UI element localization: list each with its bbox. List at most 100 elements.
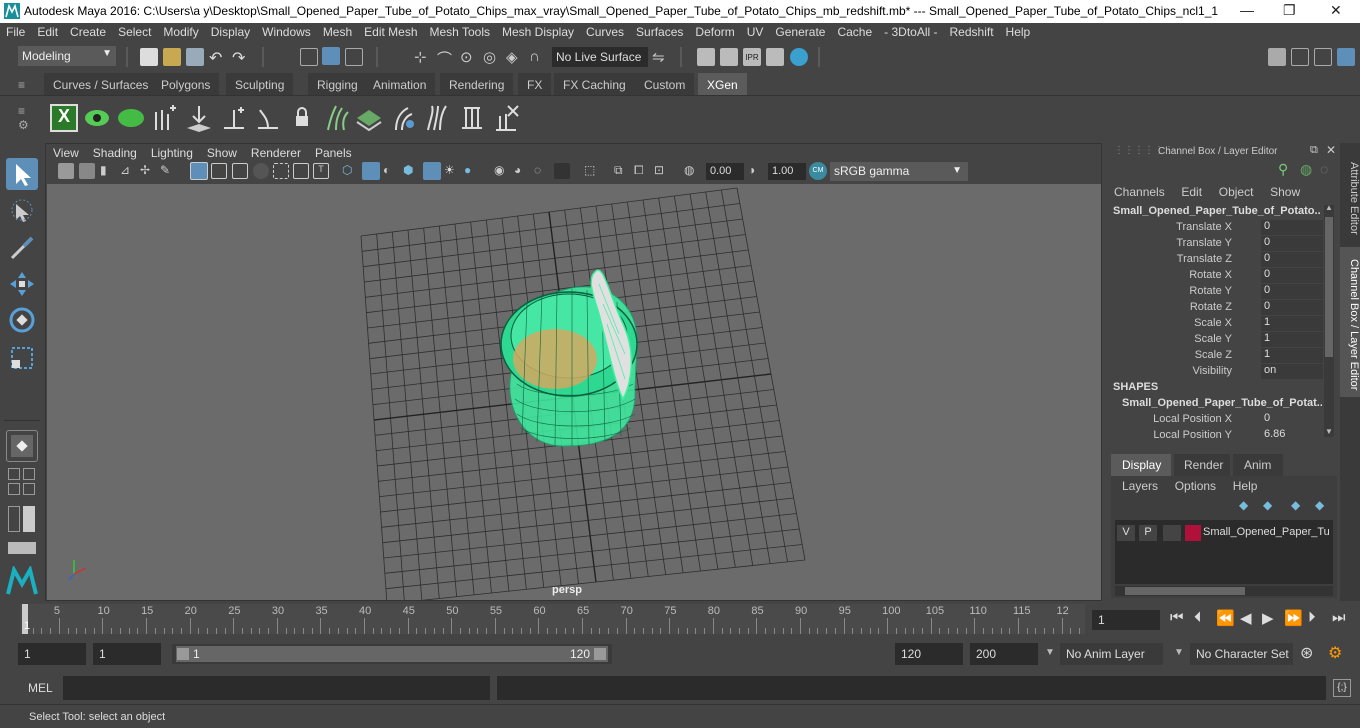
menu-help[interactable]: Help [1000,23,1037,39]
layout-shortcut-icon[interactable] [8,542,36,554]
wireframe-icon[interactable]: ⬡ [342,163,358,179]
menu-mesh[interactable]: Mesh [317,23,358,39]
channels-menu-object[interactable]: Object [1219,185,1254,199]
channel-box-toggle-icon[interactable] [1337,48,1355,66]
shelf-tab-polygons[interactable]: Polygons [152,73,220,95]
xgen-preview-icon[interactable] [83,104,111,132]
outliner-layout-icon[interactable] [23,468,35,480]
step-forward-key-icon[interactable]: ⏩ [1284,609,1303,627]
camera-select-icon[interactable] [58,163,74,179]
exposure-field[interactable]: 0.00 [706,163,744,180]
side-tab-channel-box[interactable]: Channel Box / Layer Editor [1340,247,1360,397]
modeling-toolkit-icon[interactable] [1268,48,1286,66]
side-tab-attribute-editor[interactable]: Attribute Editor [1340,147,1360,243]
layer-hscrollbar[interactable] [1115,586,1333,596]
mode-selector[interactable]: Modeling ▼ [18,46,116,66]
viewport-menu-lighting[interactable]: Lighting [144,144,200,160]
hypershade-icon[interactable] [790,48,808,66]
shelf-tab-rigging[interactable]: Rigging [308,73,367,95]
hypershade-layout-icon[interactable] [23,483,35,495]
gamma-field[interactable]: 1.00 [768,163,806,180]
menu-edit-mesh[interactable]: Edit Mesh [358,23,423,39]
film-gate-icon[interactable] [211,163,227,179]
redo-icon[interactable]: ↷ [232,48,250,67]
xgen-create-description-icon[interactable] [117,104,145,132]
xgen-place-guide-icon[interactable] [185,104,213,132]
layer-type-toggle[interactable] [1163,525,1181,541]
layer-menu-layers[interactable]: Layers [1122,479,1158,493]
maya-home-icon[interactable] [6,566,38,596]
render-settings-icon[interactable] [766,48,784,66]
range-end-handle[interactable] [594,648,606,660]
shelf-options-icon[interactable]: ≡ [18,104,32,118]
viewport-menu-panels[interactable]: Panels [308,144,359,160]
attr-local-position-y[interactable]: Local Position Y 6.86 [1106,428,1326,444]
attr-translate-z[interactable]: Translate Z0 [1106,252,1326,268]
menu-create[interactable]: Create [64,23,112,39]
undo-icon[interactable]: ↶ [209,48,227,67]
backface-culling-icon[interactable]: ⊡ [654,163,670,179]
tool-settings-toggle-icon[interactable] [1314,48,1332,66]
viewport-menu-shading[interactable]: Shading [86,144,144,160]
layer-menu-help[interactable]: Help [1233,479,1258,493]
depth-of-field-icon[interactable]: ◌ [534,163,550,179]
xgen-editor-icon[interactable]: X [50,104,78,132]
animation-end-field[interactable]: 200 [970,643,1038,665]
xgen-groom-icon[interactable] [390,104,418,132]
go-to-start-icon[interactable]: ⏮ [1170,609,1184,626]
layer-tab-anim[interactable]: Anim [1233,454,1283,476]
bookmark-icon[interactable]: ▮ [100,163,116,179]
viewport-menu-renderer[interactable]: Renderer [244,144,308,160]
playback-start-field[interactable]: 1 [93,643,161,665]
grease-pencil-icon[interactable]: ✎ [160,163,176,179]
step-back-frame-icon[interactable]: ⏴ [1194,609,1202,626]
animation-start-field[interactable]: 1 [18,643,86,665]
new-layer-icon[interactable]: ◆ [1239,498,1248,512]
xray-components-icon[interactable]: ⧠ [634,163,650,179]
layer-hscrollbar-thumb[interactable] [1125,587,1245,595]
step-forward-frame-icon[interactable]: ⏵ [1308,609,1316,626]
menu-display[interactable]: Display [205,23,256,39]
attr-visibility[interactable]: Visibility on [1106,364,1326,380]
layer-tab-render[interactable]: Render [1174,454,1230,476]
rotate-tool-icon[interactable] [6,304,38,336]
time-slider[interactable]: 5 10 15 20 25 30 35 40 45 50 55 60 65 70 75 80 85 90 95 100… [0,601,1360,638]
motion-blur-icon[interactable]: ◉ [494,163,510,179]
shelf-tab-fx[interactable]: FX [518,73,552,95]
channel-scrollbar-thumb[interactable] [1325,217,1333,357]
camera-attributes-icon[interactable] [79,163,95,179]
menu-cache[interactable]: Cache [831,23,878,39]
menu-deform[interactable]: Deform [689,23,740,39]
multisample-aa-icon[interactable]: ◕ [514,163,530,179]
snap-point-icon[interactable]: ⊙ [460,48,478,66]
hyper-icon[interactable]: ◌ [1320,161,1328,177]
image-plane-icon[interactable]: ⊿ [120,163,136,179]
snap-view-icon[interactable]: ◎ [483,48,501,66]
screen-space-ao-icon[interactable]: ● [464,163,480,179]
range-start-handle[interactable] [177,648,189,660]
xgen-guide-sculpt-icon[interactable] [322,104,350,132]
field-chart-icon[interactable] [273,163,289,179]
render-view-icon[interactable] [697,48,715,66]
smooth-shade-icon[interactable] [362,162,380,180]
grid-toggle-icon[interactable] [190,162,208,180]
layer-playback-toggle[interactable]: P [1139,525,1157,541]
animation-prefs-icon[interactable]: ⚙ [1328,643,1342,663]
menu-uv[interactable]: UV [741,23,770,39]
snap-grid-icon[interactable]: ⊹ [414,48,432,66]
channels-menu-edit[interactable]: Edit [1181,185,1202,199]
attr-local-position-x[interactable]: Local Position X0 [1106,412,1326,428]
move-layer-up-icon[interactable]: ◆ [1291,498,1300,512]
object-name[interactable]: Small_Opened_Paper_Tube_of_Potato... [1113,205,1321,217]
current-frame-field[interactable]: 1 [1092,610,1160,630]
anim-layer-dropdown[interactable]: No Anim Layer [1060,643,1163,665]
shelf-gear-icon[interactable]: ⚙ [18,118,32,132]
safe-title-icon[interactable]: T [313,163,329,179]
attr-scale-z[interactable]: Scale Z1 [1106,348,1326,364]
xgen-guide-add-icon[interactable] [220,104,248,132]
shadows-icon[interactable]: ☀ [444,163,460,179]
xray-joints-icon[interactable]: ⧉ [614,163,630,179]
shelf-tab-custom[interactable]: Custom [635,73,695,95]
magnet-icon[interactable]: ∩ [529,48,547,66]
shelf-tab-rendering[interactable]: Rendering [440,73,514,95]
